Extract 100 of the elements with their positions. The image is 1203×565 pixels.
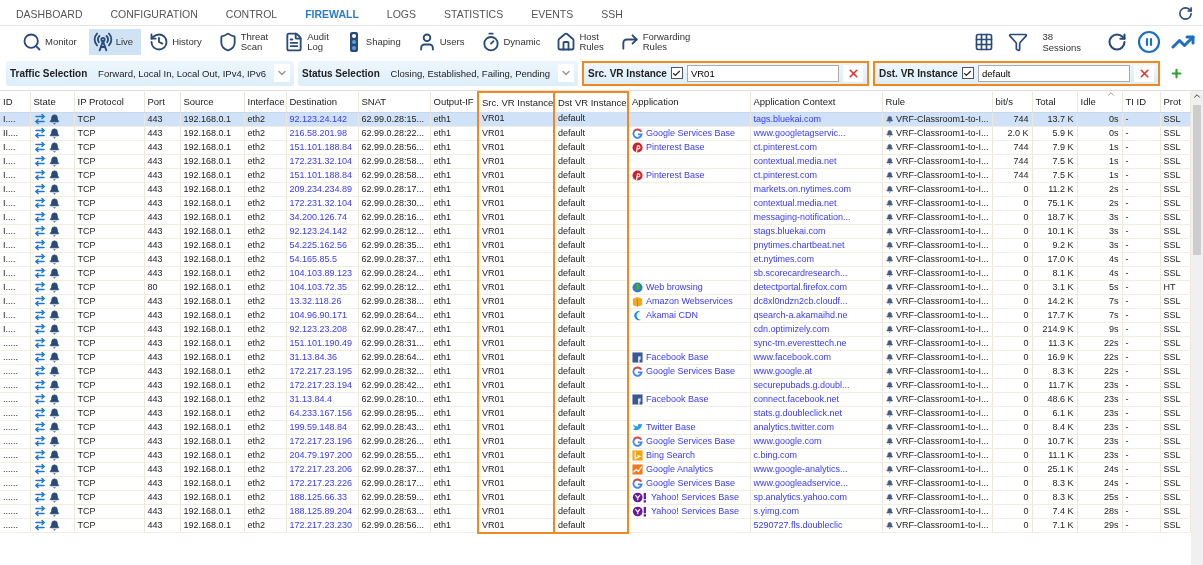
nav-tab[interactable]: CONFIGURATION <box>110 5 198 22</box>
table-row[interactable]: ...... TCP 443 192.168.0.1 eth2 151.101.190.49 62.99.0.28:31... eth1 VR01 default sync-tm.everesttech.ne VRF-Classroom1-to-I... 0 11.3 K 22s - SSL <box>0 336 1190 350</box>
input-field[interactable]: VR01 <box>686 64 839 82</box>
table-row[interactable]: ...... TCP 443 192.168.0.1 eth2 172.217.23.230 62.99.0.28:56... eth1 VR01 default 5290727.fls.doubleclic VRF-Classroom1-to-I... 0 7.1 K 29s - SSL <box>0 518 1190 533</box>
column-header[interactable]: Port <box>144 92 180 112</box>
table-row[interactable]: II.... TCP 443 192.168.0.1 eth2 216.58.201.98 62.99.0.28:22... eth1 VR01 default Google Services Base www.googletagservic... VRF-Classroom1-to-I... 2.0 K 5.9 K 0s - SSL <box>0 126 1190 140</box>
column-header[interactable]: Total <box>1032 92 1077 112</box>
toolbar-button[interactable]: Users <box>412 29 473 55</box>
toolbar-button[interactable]: Shaping <box>340 29 409 55</box>
table-row[interactable]: I.... TCP 443 192.168.0.1 eth2 151.101.188.84 62.99.0.28:56... eth1 VR01 default Pinterest Base ct.pinterest.com VRF-Classroom1-to-I... 744 7.9 K 1s - SSL <box>0 140 1190 154</box>
column-header[interactable]: Prot <box>1160 92 1190 112</box>
table-row[interactable]: I.... TCP 443 192.168.0.1 eth2 104.103.89.123 62.99.0.28:24... eth1 VR01 default sb.scorecardresearch... VRF-Classroom1-to-I... 0 8.1 K 4s - SSL <box>0 266 1190 280</box>
column-header[interactable]: Rule <box>882 92 992 112</box>
table-cell: II.... <box>0 126 30 140</box>
table-row[interactable]: ...... TCP 443 192.168.0.1 eth2 188.125.66.33 62.99.0.28:59... eth1 VR01 default Yahoo! Services Base sp.analytics.yahoo.com VRF-Classroom1-to-I... 0 8.3 K 25s - SSL <box>0 490 1190 504</box>
table-row[interactable]: ...... TCP 443 192.168.0.1 eth2 31.13.84.36 62.99.0.28:64... eth1 VR01 default Facebook Base www.facebook.com VRF-Classroom1-to-I... 0 16.9 K 22s - SSL <box>0 350 1190 364</box>
table-row[interactable]: ...... TCP 443 192.168.0.1 eth2 172.217.23.194 62.99.0.28:42... eth1 VR01 default securepubads.g.doubl... VRF-Classroom1-to-I... 0 11.7 K 23s - SSL <box>0 378 1190 392</box>
nav-tab[interactable]: LOGS <box>386 5 417 22</box>
table-cell: eth1 <box>430 462 478 476</box>
table-row[interactable]: I.... TCP 443 192.168.0.1 eth2 34.200.126.74 62.99.0.28:16... eth1 VR01 default messaging-notification... VRF-Classroom1-to-I... 0 18.7 K 3s - SSL <box>0 210 1190 224</box>
table-cell: SSL <box>1160 350 1190 364</box>
column-header[interactable]: IP Protocol <box>74 92 144 112</box>
table-row[interactable]: I.... TCP 443 192.168.0.1 eth2 172.231.32.104 62.99.0.28:58... eth1 VR01 default contextual.media.net VRF-Classroom1-to-I... 744 7.5 K 1s - SSL <box>0 154 1190 168</box>
checkbox[interactable] <box>961 67 974 79</box>
table-cell: VR01 <box>478 490 554 504</box>
table-cell: VR01 <box>478 154 554 168</box>
table-cell: 14.2 K <box>1032 294 1077 308</box>
column-header[interactable]: Application <box>628 92 750 112</box>
table-cell: 192.168.0.1 <box>180 252 244 266</box>
dropdown-button[interactable] <box>558 64 574 82</box>
table-row[interactable]: I.... TCP 443 192.168.0.1 eth2 13.32.118.26 62.99.0.28:38... eth1 VR01 default Amazon Webservices dc8xl0ndzn2cb.cloudf... VRF-Classroom1-to-I... 0 14.2 K 7s - SSL <box>0 294 1190 308</box>
column-header[interactable]: Output-IF <box>430 92 478 112</box>
toolbar-button[interactable]: Audit Log <box>280 29 337 55</box>
table-row[interactable]: I.... TCP 80 192.168.0.1 eth2 104.103.72.35 62.99.0.28:12... eth1 VR01 default Web browsing detectportal.firefox.com VRF-Classroom1-to-I... 0 3.1 K 5s - HT <box>0 280 1190 294</box>
table-row[interactable]: ...... TCP 443 192.168.0.1 eth2 31.13.84.4 62.99.0.28:10... eth1 VR01 default Facebook Base connect.facebook.net VRF-Classroom1-to-I... 0 48.6 K 23s - SSL <box>0 392 1190 406</box>
pause-icon[interactable] <box>1137 30 1161 54</box>
nav-tab[interactable]: STATISTICS <box>444 5 504 22</box>
table-row[interactable]: I.... TCP 443 192.168.0.1 eth2 209.234.234.89 62.99.0.28:17... eth1 VR01 default markets.on.nytimes.com VRF-Classroom1-to-I... 0 11.2 K 2s - SSL <box>0 182 1190 196</box>
column-header[interactable]: Interface <box>244 92 286 112</box>
refresh-icon[interactable] <box>1107 32 1127 52</box>
column-header[interactable]: ID <box>0 92 30 112</box>
column-header[interactable]: bit/s <box>992 92 1032 112</box>
column-header[interactable]: Idle <box>1080 96 1096 108</box>
table-row[interactable]: I.... TCP 443 192.168.0.1 eth2 104.96.90.171 62.99.0.28:64... eth1 VR01 default Akamai CDN qsearch-a.akamaihd.ne VRF-Classroom1-to-I... 0 17.7 K 7s - SSL <box>0 308 1190 322</box>
toolbar-button[interactable]: History <box>145 29 210 55</box>
clear-button[interactable] <box>843 64 863 82</box>
scroll-thumb[interactable] <box>1192 105 1201 255</box>
table-row[interactable]: ...... TCP 443 192.168.0.1 eth2 172.217.23.196 62.99.0.28:26... eth1 VR01 default Google Services Base www.google.com VRF-Classroom1-to-I... 0 10.7 K 23s - SSL <box>0 434 1190 448</box>
table-cell: eth2 <box>244 238 286 252</box>
column-header[interactable]: SNAT <box>358 92 430 112</box>
table-row[interactable]: ...... TCP 443 192.168.0.1 eth2 199.59.148.84 62.99.0.28:43... eth1 VR01 default Twitter Base analytics.twitter.com VRF-Classroom1-to-I... 0 8.4 K 23s - SSL <box>0 420 1190 434</box>
input-field[interactable]: default <box>977 64 1130 82</box>
nav-tab[interactable]: CONTROL <box>225 5 278 22</box>
table-row[interactable]: I.... TCP 443 192.168.0.1 eth2 92.123.23.208 62.99.0.28:47... eth1 VR01 default cdn.optimizely.com VRF-Classroom1-to-I... 0 214.9 K 9s - SSL <box>0 322 1190 336</box>
table-cell: - <box>1122 280 1160 294</box>
toolbar-button[interactable]: Threat Scan <box>213 29 277 55</box>
rule-name: VRF-Classroom1-to-I... <box>896 154 989 168</box>
toolbar-button[interactable]: Monitor <box>18 29 85 55</box>
table-cell: 9.2 K <box>1032 238 1077 252</box>
nav-tab[interactable]: FIREWALL <box>305 5 359 22</box>
table-row[interactable]: I.... TCP 443 192.168.0.1 eth2 172.231.32.104 62.99.0.28:30... eth1 VR01 default contextual.media.net VRF-Classroom1-to-I... 0 75.1 K 2s - SSL <box>0 196 1190 210</box>
refresh-icon[interactable] <box>1178 6 1193 21</box>
column-header[interactable]: State <box>30 92 74 112</box>
table-cell: 5.9 K <box>1032 126 1077 140</box>
grid-icon[interactable] <box>974 32 995 52</box>
column-header[interactable]: Destination <box>286 92 358 112</box>
table-row[interactable]: I.... TCP 443 192.168.0.1 eth2 54.165.85.5 62.99.0.28:37... eth1 VR01 default et.nytimes.com VRF-Classroom1-to-I... 0 17.0 K 4s - SSL <box>0 252 1190 266</box>
clear-button[interactable] <box>1134 64 1154 82</box>
scroll-up-icon[interactable] <box>1191 91 1202 101</box>
toolbar-button[interactable]: Forwarding Rules <box>615 29 699 55</box>
column-header[interactable]: TI ID <box>1122 92 1160 112</box>
toolbar-button[interactable]: Host Rules <box>552 29 612 55</box>
column-header[interactable]: Source <box>180 92 244 112</box>
nav-tab[interactable]: SSH <box>601 5 623 22</box>
table-cell: VR01 <box>478 280 554 294</box>
table-row[interactable]: I.... TCP 443 192.168.0.1 eth2 92.123.24.142 62.99.0.28:12... eth1 VR01 default stags.bluekai.com VRF-Classroom1-to-I... 0 10.1 K 3s - SSL <box>0 224 1190 238</box>
nav-tab[interactable]: DASHBOARD <box>16 5 83 22</box>
table-row[interactable]: ...... TCP 443 192.168.0.1 eth2 172.217.23.226 62.99.0.28:17... eth1 VR01 default Google Services Base www.googleadservice... VRF-Classroom1-to-I... 0 8.3 K 24s - SSL <box>0 476 1190 490</box>
add-icon[interactable] <box>1170 66 1183 80</box>
toolbar-button[interactable]: Dynamic <box>476 29 549 55</box>
dropdown-button[interactable] <box>274 64 290 82</box>
table-cell: 13.7 K <box>1032 112 1077 126</box>
table-cell: eth2 <box>244 210 286 224</box>
table-row[interactable]: ...... TCP 443 192.168.0.1 eth2 188.125.89.204 62.99.0.28:63... eth1 VR01 default Yahoo! Services Base s.yimg.com VRF-Classroom1-to-I... 0 7.4 K 28s - SSL <box>0 504 1190 518</box>
rule-name: VRF-Classroom1-to-I... <box>896 294 989 308</box>
table-cell: 31.13.84.36 <box>286 350 358 364</box>
checkbox[interactable] <box>670 67 683 79</box>
toolbar-button[interactable]: Live <box>88 29 142 55</box>
table-cell: SSL <box>1160 518 1190 533</box>
filter-icon[interactable] <box>1008 32 1029 52</box>
table-row[interactable]: I.... TCP 443 192.168.0.1 eth2 151.101.188.84 62.99.0.28:58... eth1 VR01 default Pinterest Base ct.pinterest.com VRF-Classroom1-to-I... 744 7.5 K 1s - SSL <box>0 168 1190 182</box>
table-row[interactable]: ...... TCP 443 192.168.0.1 eth2 204.79.197.200 62.99.0.28:55... eth1 VR01 default Bing Search c.bing.com VRF-Classroom1-to-I... 0 11.1 K 23s - SSL <box>0 448 1190 462</box>
table-cell: 3s <box>1077 238 1122 252</box>
nav-tab[interactable]: EVENTS <box>531 5 574 22</box>
table-row[interactable]: I.... TCP 443 192.168.0.1 eth2 54.225.162.56 62.99.0.28:35... eth1 VR01 default pnytimes.chartbeat.net VRF-Classroom1-to-I... 0 9.2 K 3s - SSL <box>0 238 1190 252</box>
table-row[interactable]: ...... TCP 443 192.168.0.1 eth2 64.233.167.156 62.99.0.28:95... eth1 VR01 default stats.g.doubleclick.net VRF-Classroom1-to-I... 0 6.1 K 23s - SSL <box>0 406 1190 420</box>
table-row[interactable]: ...... TCP 443 192.168.0.1 eth2 172.217.23.195 62.99.0.28:32... eth1 VR01 default Google Services Base www.google.at VRF-Classroom1-to-I... 0 8.3 K 22s - SSL <box>0 364 1190 378</box>
column-header[interactable]: Application Context <box>750 92 882 112</box>
table-row[interactable]: ...... TCP 443 192.168.0.1 eth2 172.217.23.206 62.99.0.28:37... eth1 VR01 default Google Analytics www.google-analytics... VRF-Classroom1-to-I... 0 25.1 K 24s - SSL <box>0 462 1190 476</box>
table-cell: TCP <box>74 406 144 420</box>
